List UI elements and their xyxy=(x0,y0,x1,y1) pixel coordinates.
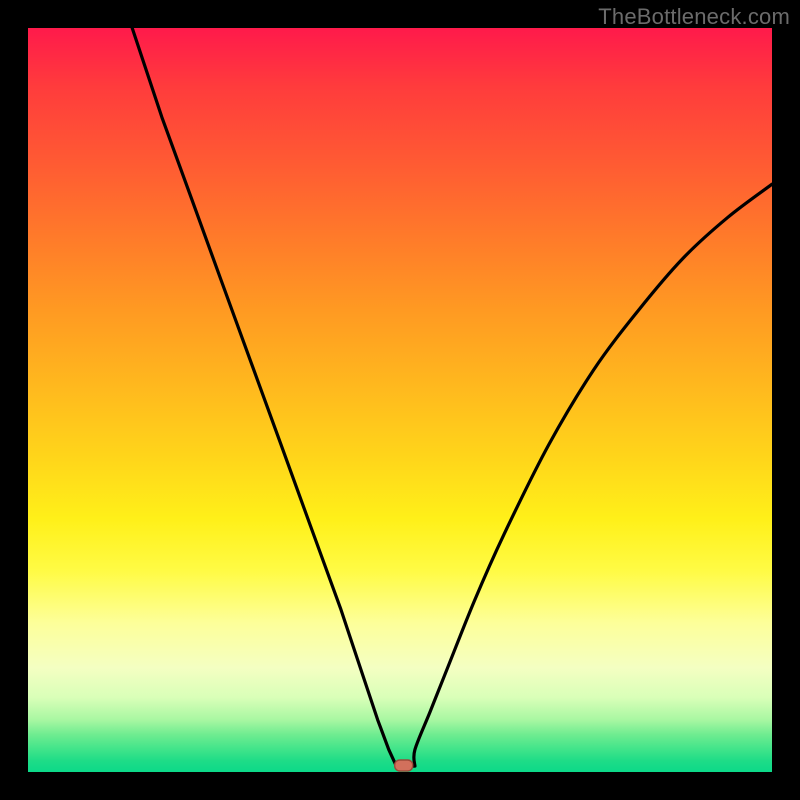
curve-path xyxy=(132,28,772,766)
optimal-point-marker xyxy=(395,760,413,771)
bottleneck-curve xyxy=(28,28,772,772)
chart-plot-area xyxy=(28,28,772,772)
watermark-text: TheBottleneck.com xyxy=(598,4,790,30)
chart-frame: TheBottleneck.com xyxy=(0,0,800,800)
